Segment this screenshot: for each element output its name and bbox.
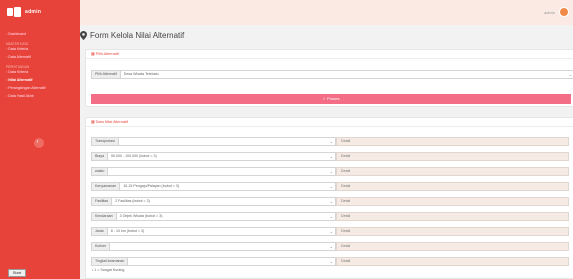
user-name[interactable]: admin: [544, 10, 555, 15]
sidebar-item[interactable]: ◦ Perangkingan Alternatif: [6, 86, 45, 90]
logo-icon: [7, 7, 21, 17]
main-content: Form Kelola Nilai Alternatif ▦ Pilih Alt…: [80, 25, 573, 279]
detail-field[interactable]: Detail: [336, 182, 569, 191]
criterion-label: Fasilitas: [92, 198, 113, 205]
criterion-select[interactable]: Fasilitas 2 Fasilitas (bobot = 3) ⌄: [91, 197, 336, 206]
sidebar-item-label: Data Kriteria: [8, 70, 29, 74]
criterion-value: [119, 139, 122, 143]
detail-field[interactable]: Detail: [336, 227, 569, 236]
chevron-down-icon: ⌄: [329, 139, 333, 144]
chevron-down-icon: ⌄: [329, 244, 333, 249]
criterion-value: 8 - 10 km (bobot = 3): [110, 229, 145, 233]
criterion-value: 10-15 Pengaju/Palayan (bobot = 3): [123, 184, 180, 188]
criterion-select[interactable]: Kendaraan 3 Objek Wisata (bobot = 3) ⌄: [91, 212, 336, 221]
criterion-label: Tingkat keamanan: [92, 258, 129, 265]
filter-card: ▦ Pilih Alternatif Pilih Alternatif Desa …: [85, 49, 573, 107]
criterion-label: Kuliner: [92, 243, 111, 250]
criterion-label: Biaya: [92, 153, 108, 160]
avatar[interactable]: [559, 7, 569, 17]
sidebar-collapse-button[interactable]: ‹: [34, 138, 44, 148]
process-button[interactable]: ✓ Proses: [91, 94, 571, 104]
criterion-value: 2 Fasilitas (bobot = 3): [115, 199, 150, 203]
criterion-label: waktu: [92, 168, 109, 175]
values-card-title: Data Nilai Alternatif: [95, 120, 128, 124]
filter-card-header: ▦ Pilih Alternatif: [86, 50, 573, 59]
criterion-label: Kendaraan: [92, 213, 117, 220]
sidebar-item-label: Data Alternatif: [8, 55, 31, 59]
chevron-down-icon: ⌄: [329, 199, 333, 204]
start-button[interactable]: Start: [8, 269, 26, 277]
criterion-select[interactable]: Transportasi ⌄: [91, 137, 336, 146]
legend-note: • 1 = Sangat Kurang: [92, 268, 125, 272]
sidebar-item-label: Data Kriteria: [8, 47, 29, 51]
criterion-select[interactable]: Tingkat keamanan ⌄: [91, 257, 336, 266]
select-value: Desa Wisata Telebatu: [123, 72, 159, 76]
criterion-select[interactable]: waktu ⌄: [91, 167, 336, 176]
page-title: Form Kelola Nilai Alternatif: [90, 31, 185, 40]
map-pin-icon: [80, 31, 87, 40]
sidebar-item[interactable]: ◦ Data Alternatif: [6, 55, 31, 59]
sidebar-item-label: Dashboard: [8, 32, 26, 36]
brand-name: admin: [25, 9, 42, 15]
criterion-label: Jarak: [92, 228, 108, 235]
criterion-value: [128, 259, 131, 263]
top-bar: admin admin: [0, 0, 573, 25]
chevron-left-icon: ‹: [36, 139, 39, 145]
chevron-down-icon: ⌄: [329, 169, 333, 174]
sidebar-section-heading: PERHITUNGAN: [6, 65, 29, 69]
legend-note-text: 1 = Sangat Kurang: [94, 268, 125, 272]
sidebar-item[interactable]: ◦ Dashboard: [6, 32, 26, 36]
criterion-value: [108, 169, 111, 173]
criterion-label: Kenyamanan: [92, 183, 121, 190]
values-card-header: ▦ Data Nilai Alternatif: [86, 118, 573, 127]
chevron-down-icon: ⌄: [329, 154, 333, 159]
detail-field[interactable]: Detail: [336, 152, 569, 161]
detail-field[interactable]: Detail: [336, 257, 569, 266]
criterion-value: 3 Objek Wisata (bobot = 3): [119, 214, 163, 218]
sidebar-item-label: MASTER DATA: [6, 42, 29, 46]
sidebar-item-label: Perangkingan Alternatif: [8, 86, 46, 90]
chevron-down-icon: ⌄: [329, 184, 333, 189]
detail-field[interactable]: Detail: [336, 197, 569, 206]
values-card: ▦ Data Nilai Alternatif Transportasi ⌄ Det…: [85, 117, 573, 279]
detail-field[interactable]: Detail: [336, 242, 569, 251]
criterion-select[interactable]: Kuliner ⌄: [91, 242, 336, 251]
detail-field[interactable]: Detail: [336, 212, 569, 221]
sidebar-item[interactable]: ◦ Nilai Alternatif: [6, 78, 33, 82]
criterion-label: Transportasi: [92, 138, 119, 145]
criterion-select[interactable]: Jarak 8 - 10 km (bobot = 3) ⌄: [91, 227, 336, 236]
sidebar-item-label: Data Hasil Akhir: [8, 94, 34, 98]
brand[interactable]: admin: [0, 0, 80, 25]
chevron-down-icon: ⌄: [329, 214, 333, 219]
criterion-value: [110, 244, 113, 248]
filter-card-title: Pilih Alternatif: [95, 52, 119, 56]
alternative-select[interactable]: Pilih Alternatif Desa Wisata Telebatu ⌄: [91, 70, 573, 79]
sidebar: ‹ ◦ Dashboard MASTER DATA ◦ Data Kriteria ◦…: [0, 25, 80, 279]
sidebar-item[interactable]: ◦ Data Kriteria: [6, 47, 28, 51]
chevron-down-icon: ⌄: [568, 72, 572, 77]
sidebar-item-label: Nilai Alternatif: [8, 78, 33, 82]
criterion-select[interactable]: Biaya 50.000 - 100.000 (bobot = 3) ⌄: [91, 152, 336, 161]
select-addon: Pilih Alternatif: [92, 71, 121, 78]
criterion-select[interactable]: Kenyamanan 10-15 Pengaju/Palayan (bobot =…: [91, 182, 336, 191]
detail-field[interactable]: Detail: [336, 137, 569, 146]
chevron-down-icon: ⌄: [329, 229, 333, 234]
sidebar-item[interactable]: ◦ Data Hasil Akhir: [6, 94, 34, 98]
criterion-value: 50.000 - 100.000 (bobot = 3): [111, 154, 157, 158]
sidebar-item[interactable]: ◦ Data Kriteria: [6, 70, 28, 74]
chevron-down-icon: ⌄: [329, 259, 333, 264]
sidebar-item-label: PERHITUNGAN: [6, 65, 30, 69]
detail-field[interactable]: Detail: [336, 167, 569, 176]
sidebar-section-heading: MASTER DATA: [6, 42, 28, 46]
